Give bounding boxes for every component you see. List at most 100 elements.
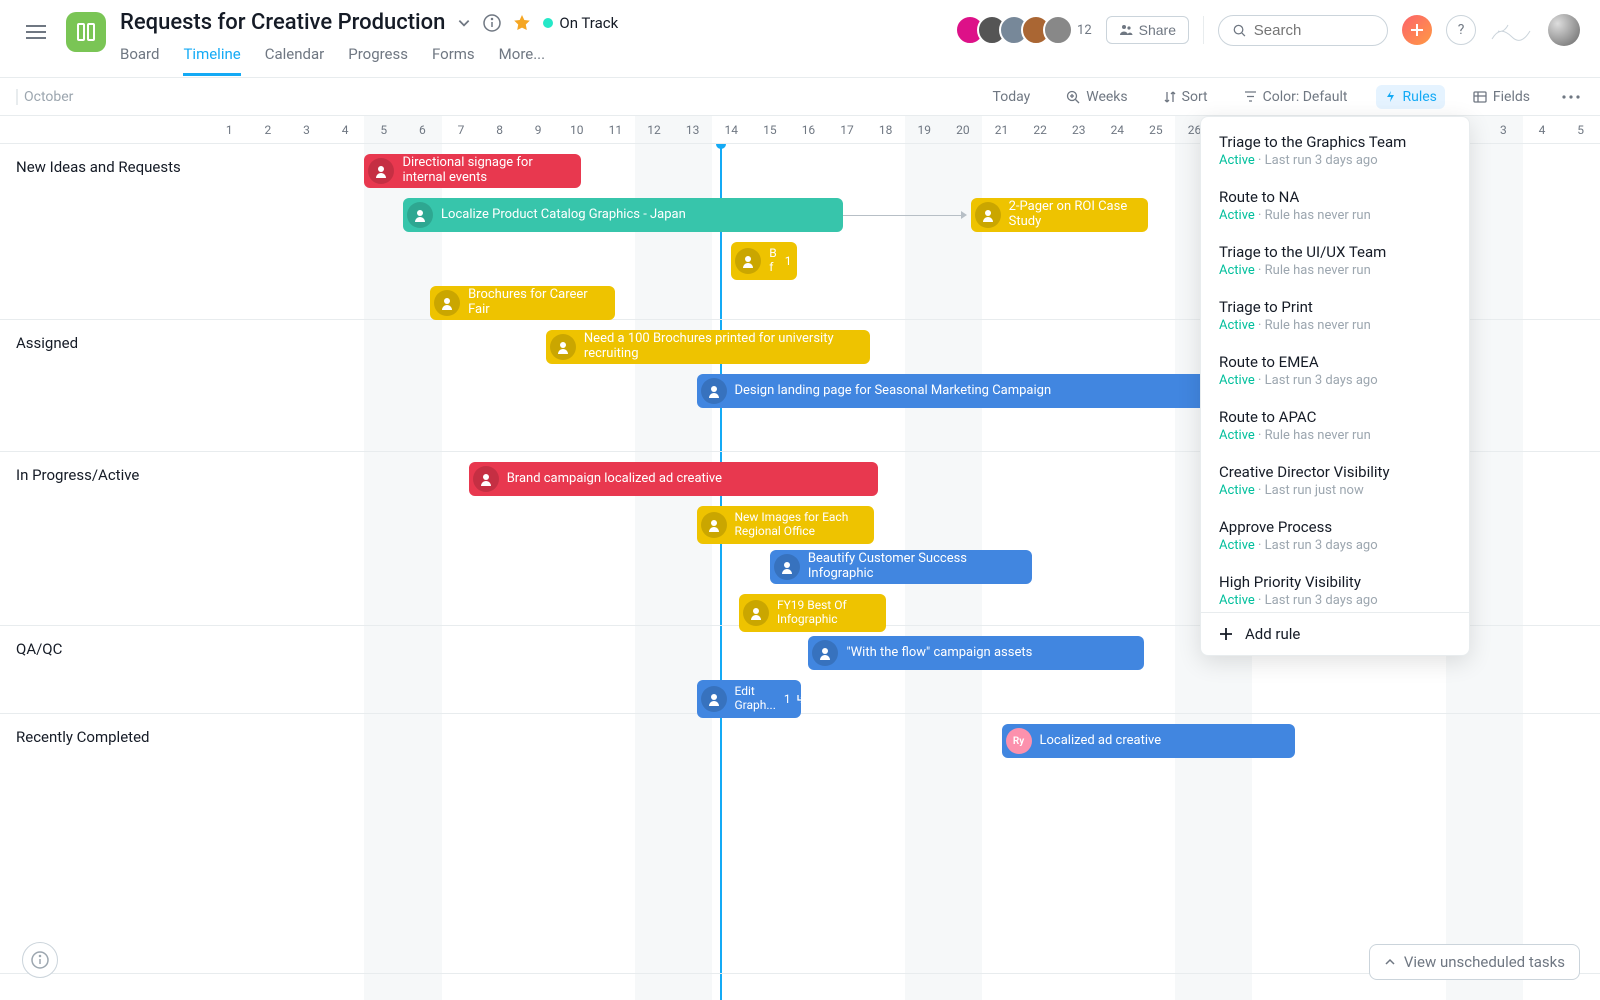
date-cell: 8 — [480, 116, 519, 143]
date-cell: 21 — [982, 116, 1021, 143]
assignee-avatar — [812, 640, 838, 666]
tab-timeline[interactable]: Timeline — [183, 45, 240, 76]
date-cell: 6 — [403, 116, 442, 143]
task-bar[interactable]: New Images for Each Regional Office — [697, 506, 875, 544]
info-icon[interactable] — [483, 14, 501, 32]
project-title[interactable]: Requests for Creative Production — [120, 10, 445, 35]
rule-item[interactable]: Route to NAActive · Rule has never run — [1201, 178, 1469, 233]
section-label[interactable]: QA/QC — [16, 640, 62, 658]
task-bar[interactable]: Edit Graph... 1 — [697, 680, 801, 718]
project-icon[interactable] — [66, 12, 106, 52]
view-unscheduled-button[interactable]: View unscheduled tasks — [1369, 944, 1580, 980]
fields-icon — [1473, 91, 1487, 103]
share-button[interactable]: Share — [1106, 16, 1189, 44]
rule-item[interactable]: Route to EMEAActive · Last run 3 days ag… — [1201, 343, 1469, 398]
people-icon — [1119, 23, 1133, 37]
date-cell: 4 — [1523, 116, 1562, 143]
rule-meta: Active · Last run 3 days ago — [1219, 373, 1451, 388]
add-rule-label: Add rule — [1245, 625, 1300, 643]
rule-item[interactable]: Approve ProcessActive · Last run 3 days … — [1201, 508, 1469, 563]
section-label[interactable]: Recently Completed — [16, 728, 149, 746]
share-label: Share — [1139, 22, 1176, 38]
assignee-avatar — [368, 158, 394, 184]
tab-progress[interactable]: Progress — [348, 45, 408, 76]
section-label[interactable]: In Progress/Active — [16, 466, 139, 484]
tab-more[interactable]: More... — [499, 45, 545, 76]
tab-calendar[interactable]: Calendar — [265, 45, 325, 76]
unscheduled-label: View unscheduled tasks — [1404, 953, 1565, 971]
task-bar[interactable]: Brochures for Career Fair — [430, 286, 615, 320]
rule-name: Route to APAC — [1219, 408, 1451, 426]
date-cell: 15 — [751, 116, 790, 143]
rule-item[interactable]: Triage to the UI/UX TeamActive · Rule ha… — [1201, 233, 1469, 288]
help-button[interactable]: ? — [1446, 15, 1476, 45]
workspace-logo[interactable] — [1490, 15, 1534, 45]
zoom-icon — [1066, 90, 1080, 104]
add-rule-button[interactable]: Add rule — [1201, 612, 1469, 655]
rule-item[interactable]: High Priority VisibilityActive · Last ru… — [1201, 563, 1469, 612]
date-cell: 16 — [789, 116, 828, 143]
task-bar[interactable]: Brand campaign localized ad creative — [469, 462, 878, 496]
task-bar[interactable]: "With the flow" campaign assets — [808, 636, 1144, 670]
tab-board[interactable]: Board — [120, 45, 159, 76]
task-title: "With the flow" campaign assets — [846, 646, 1032, 661]
date-cell: 25 — [1137, 116, 1176, 143]
app-header: Requests for Creative Production On Trac… — [0, 0, 1600, 78]
rule-meta: Active · Last run 3 days ago — [1219, 153, 1451, 168]
project-status[interactable]: On Track — [543, 14, 618, 32]
rule-name: Creative Director Visibility — [1219, 463, 1451, 481]
rule-item[interactable]: Creative Director VisibilityActive · Las… — [1201, 453, 1469, 508]
project-tabs: Board Timeline Calendar Progress Forms More..… — [120, 45, 618, 76]
task-bar[interactable]: 2-Pager on ROI Case Study — [971, 198, 1149, 232]
date-cell: 19 — [905, 116, 944, 143]
date-cell: 10 — [557, 116, 596, 143]
task-title: Localized ad creative — [1040, 734, 1162, 749]
task-bar[interactable]: RyLocalized ad creative — [1002, 724, 1295, 758]
task-title: Edit Graph... — [735, 685, 776, 713]
task-bar[interactable]: Beautify Customer Success Infographic — [770, 550, 1033, 584]
section: Recently Completed RyLocalized ad creativ… — [0, 714, 1600, 974]
assignee-avatar — [407, 202, 433, 228]
search-field[interactable] — [1254, 22, 1373, 39]
chevron-up-icon — [1384, 956, 1396, 968]
search-input[interactable] — [1218, 15, 1388, 46]
today-button[interactable]: Today — [985, 85, 1039, 109]
rule-item[interactable]: Route to APACActive · Rule has never run — [1201, 398, 1469, 453]
task-title: Directional signage for internal events — [402, 156, 570, 186]
add-button[interactable] — [1402, 15, 1432, 45]
color-button[interactable]: Color: Default — [1236, 85, 1356, 109]
help-fab[interactable] — [22, 942, 58, 978]
task-title: Brand campaign localized ad creative — [507, 472, 722, 487]
assignee-avatar — [743, 600, 769, 626]
assignee-avatar — [774, 554, 800, 580]
section-label[interactable]: Assigned — [16, 334, 78, 352]
member-avatars[interactable]: 12 — [963, 15, 1092, 45]
user-avatar[interactable] — [1548, 14, 1580, 46]
date-cell: 23 — [1059, 116, 1098, 143]
task-bar[interactable]: B f1 — [731, 242, 797, 280]
star-icon[interactable] — [513, 14, 531, 32]
zoom-select[interactable]: Weeks — [1058, 85, 1135, 109]
rule-name: High Priority Visibility — [1219, 573, 1451, 591]
assignee-avatar — [735, 248, 761, 274]
task-bar[interactable]: Localize Product Catalog Graphics - Japa… — [403, 198, 843, 232]
separator — [1203, 16, 1204, 44]
month-label: October — [16, 89, 73, 105]
plus-icon — [1219, 627, 1233, 641]
fields-button[interactable]: Fields — [1465, 85, 1538, 109]
subtask-count: 1 — [784, 692, 801, 706]
rule-item[interactable]: Triage to the Graphics TeamActive · Last… — [1201, 123, 1469, 178]
task-bar[interactable]: Need a 100 Brochures printed for univers… — [546, 330, 870, 364]
toolbar-more-icon[interactable] — [1558, 91, 1584, 103]
sort-button[interactable]: Sort — [1156, 85, 1216, 109]
chevron-down-icon[interactable] — [457, 16, 471, 30]
rules-button[interactable]: Rules — [1376, 85, 1445, 109]
rule-item[interactable]: Triage to PrintActive · Rule has never r… — [1201, 288, 1469, 343]
fields-label: Fields — [1493, 89, 1530, 105]
task-title: B f — [769, 247, 776, 275]
sort-icon — [1164, 91, 1176, 103]
task-bar[interactable]: Directional signage for internal events — [364, 154, 580, 188]
tab-forms[interactable]: Forms — [432, 45, 475, 76]
section-label[interactable]: New Ideas and Requests — [16, 158, 181, 176]
hamburger-menu-icon[interactable] — [20, 16, 52, 48]
